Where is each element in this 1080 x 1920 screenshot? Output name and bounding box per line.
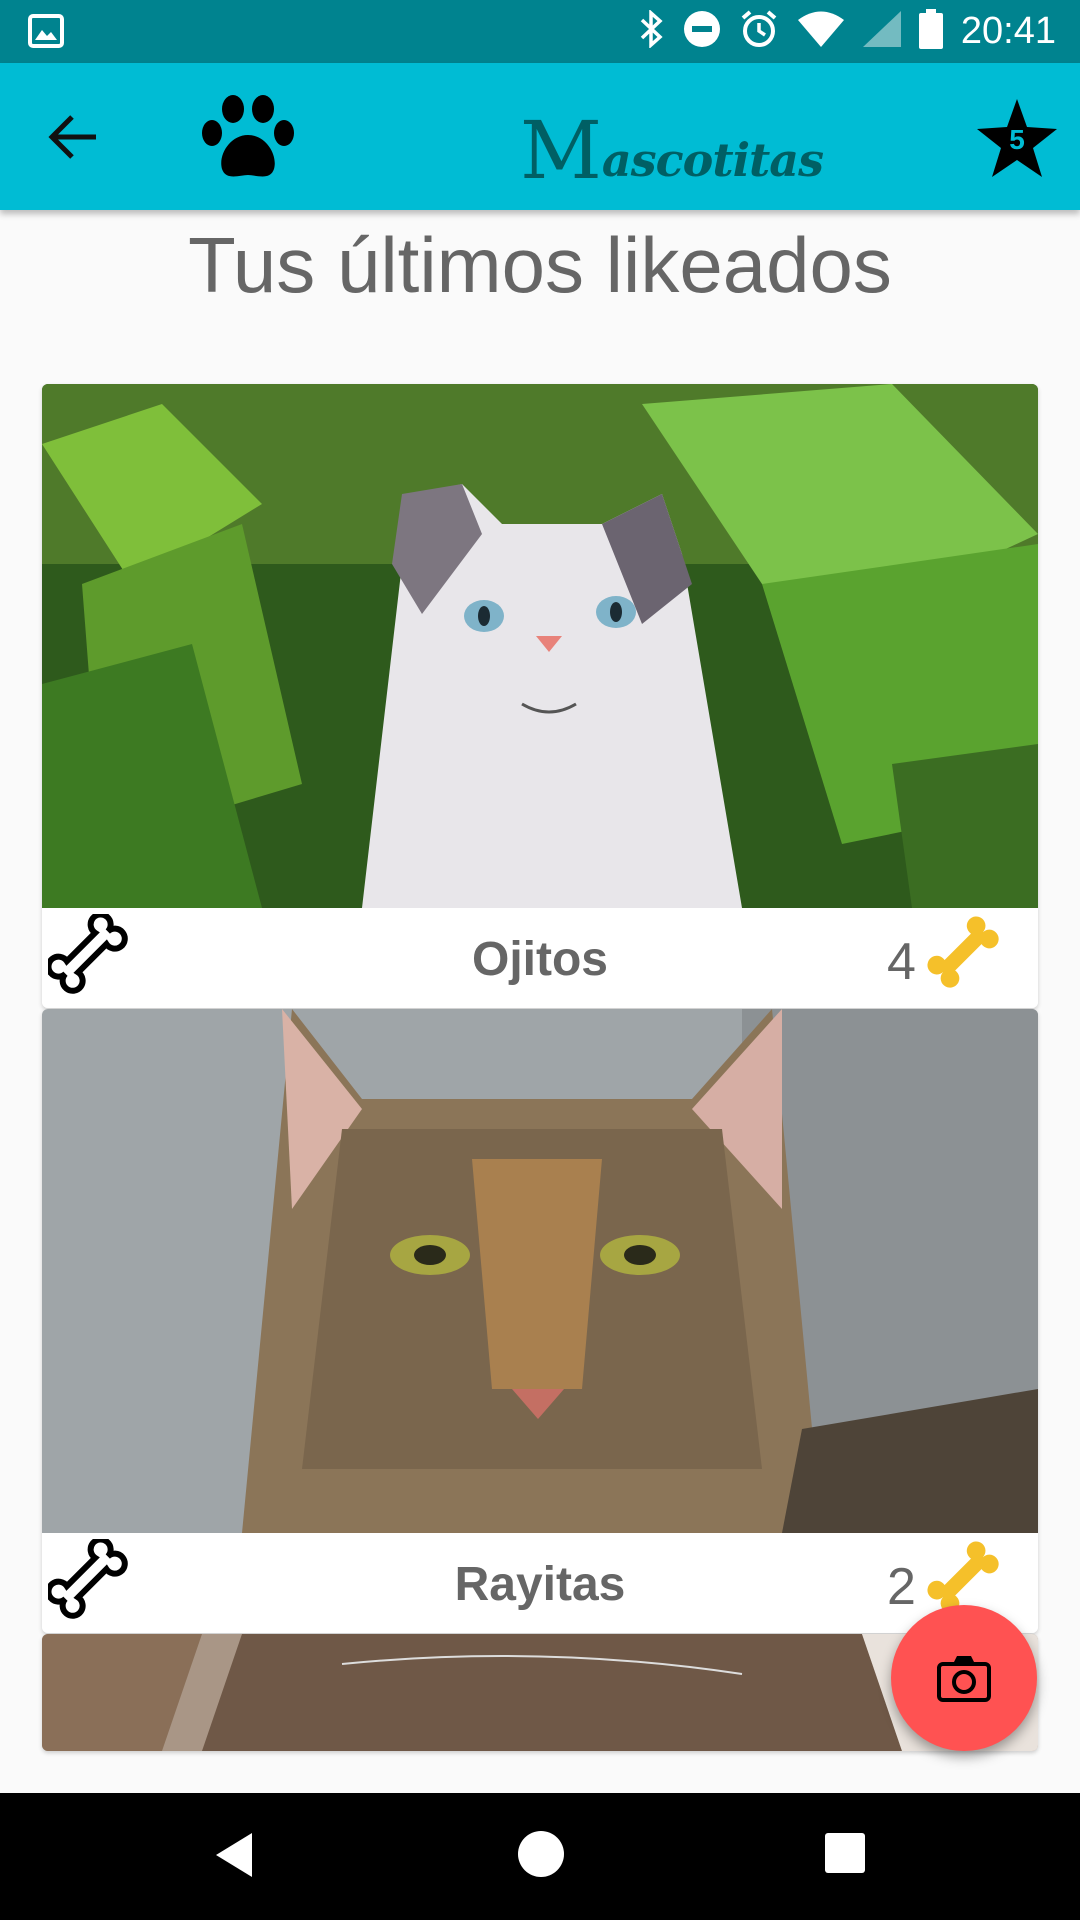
arrow-left-icon <box>48 115 96 159</box>
nav-back-button[interactable] <box>212 1831 256 1884</box>
like-count: 4 <box>887 933 916 991</box>
alarm-icon <box>739 9 779 54</box>
bone-gold-icon <box>927 916 1011 1000</box>
wifi-icon <box>797 11 845 52</box>
favorites-button[interactable]: 5 <box>975 97 1059 181</box>
navigation-bar <box>0 1793 1080 1920</box>
triangle-back-icon <box>216 1833 252 1877</box>
app-title-initial: M <box>520 104 602 197</box>
camera-icon <box>937 1656 991 1702</box>
signal-icon <box>862 11 901 52</box>
nav-home-button[interactable] <box>518 1831 564 1877</box>
pet-card[interactable]: Rayitas 2 <box>42 1009 1038 1633</box>
camera-button[interactable] <box>891 1605 1037 1751</box>
pet-card[interactable]: Ojitos 4 <box>42 384 1038 1008</box>
page-title: Tus últimos likeados <box>188 221 892 309</box>
image-notification-icon <box>28 14 64 48</box>
pet-card-footer: Rayitas 2 <box>42 1533 1038 1633</box>
app-bar: Mascotitas 5 <box>0 63 1080 210</box>
app-title-rest: ascotitas <box>601 133 824 187</box>
pet-card-footer: Ojitos 4 <box>42 908 1038 1008</box>
battery-icon <box>918 9 943 54</box>
pet-photo <box>42 384 1038 908</box>
paw-icon <box>202 95 294 177</box>
pet-card[interactable] <box>42 1634 1038 1751</box>
bluetooth-icon <box>639 9 665 53</box>
favorites-count: 5 <box>1009 124 1025 155</box>
like-count: 2 <box>887 1558 916 1616</box>
pet-photo <box>42 1009 1038 1533</box>
back-button[interactable] <box>40 103 108 171</box>
pet-photo <box>42 1634 1038 1751</box>
do-not-disturb-icon <box>683 10 721 53</box>
app-title: Mascotitas <box>520 81 824 197</box>
status-bar: 20:41 <box>0 0 1080 63</box>
paw-button[interactable] <box>200 93 296 185</box>
nav-recents-button[interactable] <box>825 1833 865 1873</box>
clock: 20:41 <box>960 10 1056 52</box>
